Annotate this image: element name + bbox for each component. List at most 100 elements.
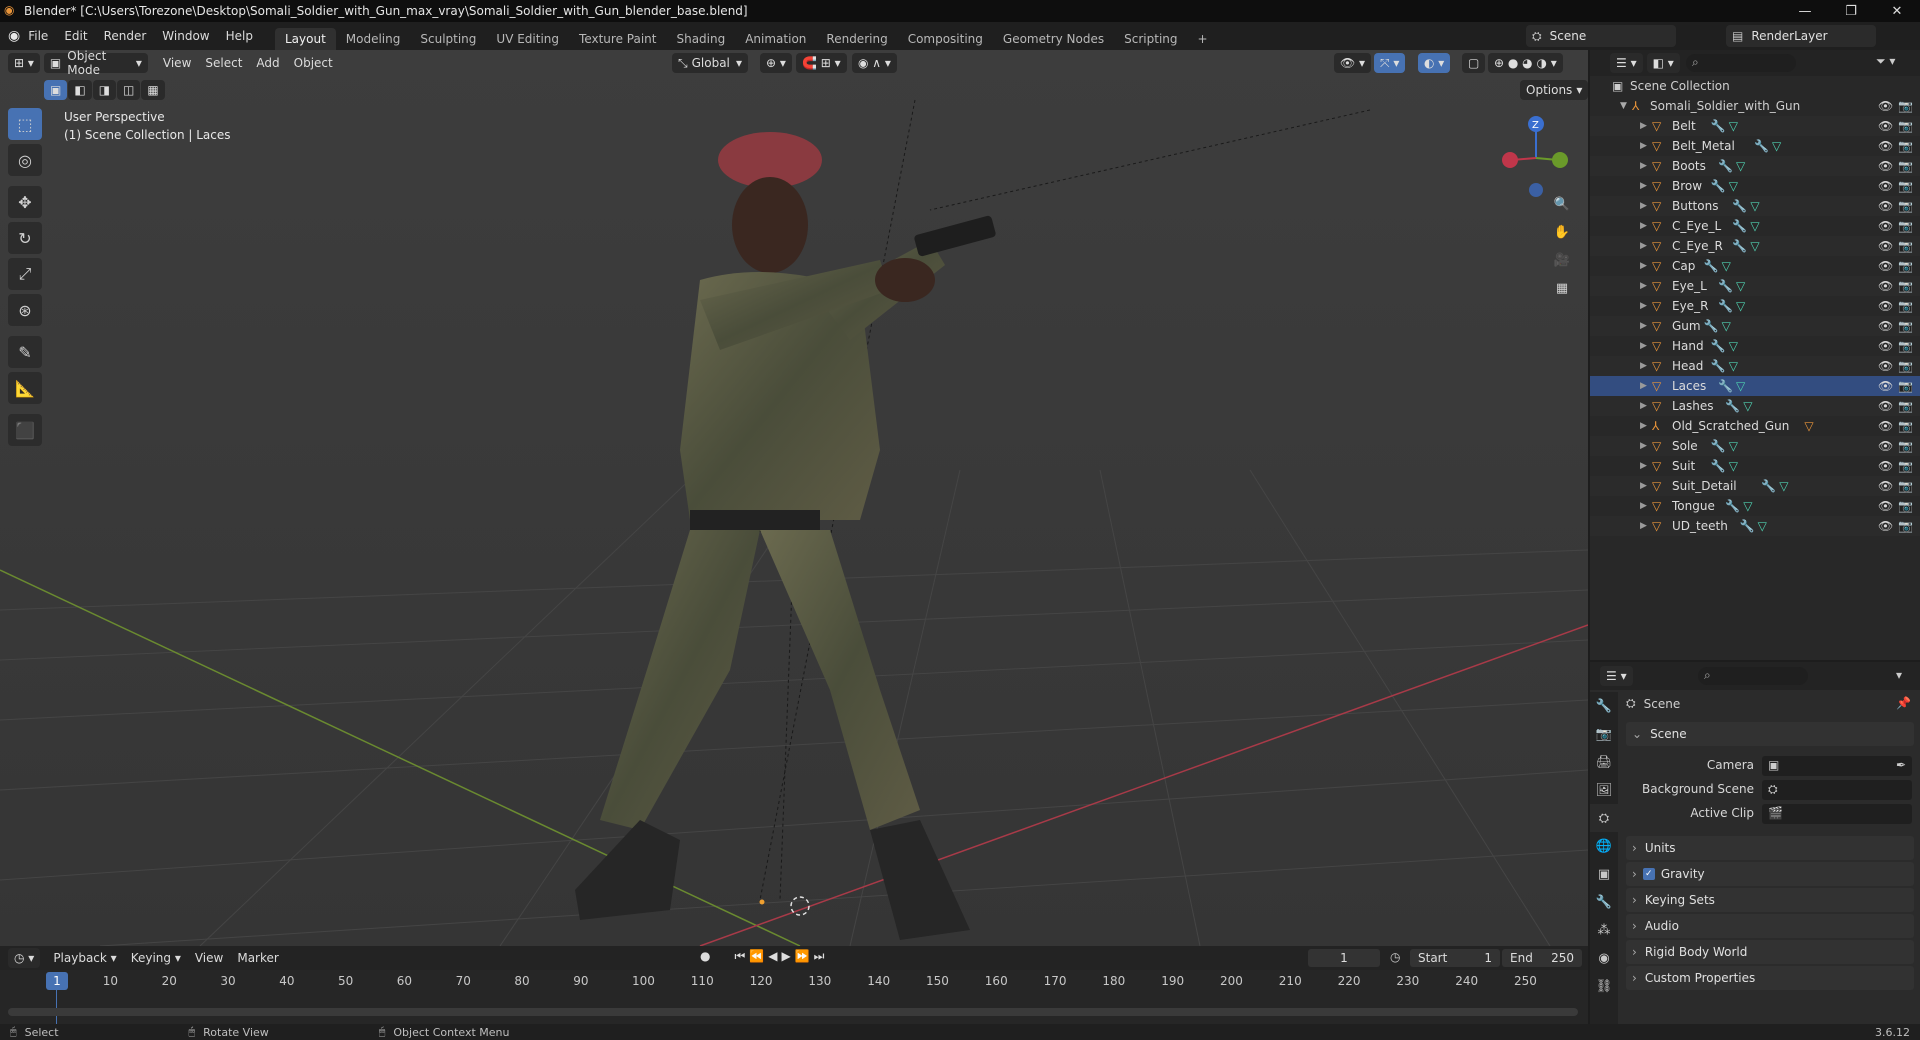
camera-icon[interactable]: 📷 — [1898, 199, 1913, 213]
vp-menu-object[interactable]: Object — [287, 56, 340, 70]
modifier-icon[interactable]: 🔧 — [1718, 159, 1733, 173]
modifier-icon[interactable]: 🔧 — [1718, 279, 1733, 293]
render-tab-icon[interactable]: 📷 — [1590, 720, 1618, 748]
camera-icon[interactable]: 📷 — [1898, 179, 1913, 193]
mesh-data-icon[interactable]: ▽ — [1729, 439, 1738, 453]
tab-texture-paint[interactable]: Texture Paint — [569, 28, 666, 50]
camera-icon[interactable]: 📷 — [1898, 299, 1913, 313]
mesh-data-icon[interactable]: ▽ — [1772, 139, 1781, 153]
eye-icon[interactable]: 👁 — [1878, 499, 1893, 513]
camera-icon[interactable]: 📷 — [1898, 359, 1913, 373]
grid-view-icon[interactable]: ▦ — [1550, 276, 1574, 300]
options-button[interactable]: Options ▾ — [1520, 80, 1588, 100]
outliner-item[interactable]: ▶ ▽ Tongue 🔧 ▽ 👁 📷 — [1590, 496, 1920, 516]
mesh-data-icon[interactable]: ▽ — [1722, 259, 1731, 273]
camera-icon[interactable]: 📷 — [1898, 319, 1913, 333]
properties-editor[interactable]: ☰ ▾ ⌕ ▾ 🔧 📷 🖨 🖼 ⛭ 🌐 ▣ 🔧 ⁂ ◉ ⛓ ⛭ Scene 📌 … — [1590, 662, 1920, 1024]
eye-icon[interactable]: 👁 — [1878, 299, 1893, 313]
outliner-item[interactable]: ▶ ▽ Buttons 🔧 ▽ 👁 📷 — [1590, 196, 1920, 216]
tab-rendering[interactable]: Rendering — [816, 28, 897, 50]
proportional-edit-button[interactable]: ◉ ∧ ▾ — [852, 53, 897, 73]
camera-icon[interactable]: 📷 — [1898, 479, 1913, 493]
expand-triangle-icon[interactable]: ▶ — [1640, 461, 1647, 471]
camera-field[interactable]: ▣ ✒ — [1762, 756, 1912, 776]
modifier-icon[interactable]: 🔧 — [1718, 379, 1733, 393]
expand-triangle-icon[interactable]: ▶ — [1640, 341, 1647, 351]
expand-triangle-icon[interactable]: ▶ — [1640, 361, 1647, 371]
play-icon[interactable]: ▶ — [781, 949, 790, 964]
modifier-icon[interactable]: 🔧 — [1732, 239, 1747, 253]
camera-icon[interactable]: 📷 — [1898, 399, 1913, 413]
pivot-point-button[interactable]: ⊕ ▾ — [760, 53, 792, 73]
menu-help[interactable]: Help — [218, 22, 261, 50]
prev-keyframe-icon[interactable]: ⏪ — [749, 949, 764, 964]
modifier-icon[interactable]: 🔧 — [1711, 339, 1726, 353]
constraints-tab-icon[interactable]: ⛓ — [1590, 972, 1618, 1000]
view-layer-selector[interactable]: ▤ RenderLayer — [1726, 25, 1876, 47]
timeline-menu-view[interactable]: View — [188, 951, 230, 965]
timeline-ruler[interactable]: 1 10 20 30 40 50 60 70 80 90 100 110 120 130 140 150 16… — [0, 970, 1588, 1024]
menu-window[interactable]: Window — [154, 22, 217, 50]
gravity-checkbox[interactable]: ✓ — [1642, 868, 1655, 880]
expand-triangle-icon[interactable]: ▶ — [1640, 181, 1647, 191]
tab-sculpting[interactable]: Sculpting — [410, 28, 486, 50]
playhead[interactable]: 1 — [46, 972, 68, 990]
mesh-data-icon[interactable]: ▽ — [1729, 119, 1738, 133]
gravity-panel[interactable]: › ✓ Gravity — [1626, 862, 1914, 886]
camera-view-icon[interactable]: 🎥 — [1550, 248, 1574, 272]
timeline-scrollbar[interactable] — [8, 1008, 1578, 1016]
shading-buttons[interactable]: ⊕ ● ◕ ◑ ▾ — [1488, 53, 1563, 73]
scale-tool-icon[interactable]: ⤢ — [8, 258, 42, 290]
annotate-tool-icon[interactable]: ✎ — [8, 336, 42, 368]
camera-icon[interactable]: 📷 — [1898, 219, 1913, 233]
custom-properties-panel[interactable]: › Custom Properties — [1626, 966, 1914, 990]
scene-selector[interactable]: ⛭ Scene — [1526, 25, 1676, 47]
camera-icon[interactable]: 📷 — [1898, 159, 1913, 173]
rotate-tool-icon[interactable]: ↻ — [8, 222, 42, 254]
tab-geometry-nodes[interactable]: Geometry Nodes — [993, 28, 1114, 50]
eye-icon[interactable]: 👁 — [1878, 279, 1893, 293]
modifier-icon[interactable]: 🔧 — [1704, 319, 1719, 333]
editor-type-button[interactable]: ⊞ ▾ — [8, 53, 40, 73]
eye-icon[interactable]: 👁 — [1878, 339, 1893, 353]
display-mode-button[interactable]: ◧ ▾ — [1646, 53, 1680, 73]
properties-search-input[interactable]: ⌕ — [1698, 667, 1808, 685]
scene-section-header[interactable]: ⌄ Scene — [1626, 722, 1914, 746]
outliner-item[interactable]: ▶ ▽ Hand 🔧 ▽ 👁 📷 — [1590, 336, 1920, 356]
outliner-item[interactable]: ▶ ▽ UD_teeth 🔧 ▽ 👁 📷 — [1590, 516, 1920, 536]
camera-icon[interactable]: 📷 — [1898, 339, 1913, 353]
outliner-item[interactable]: ▶ ▽ Laces 🔧 ▽ 👁 📷 — [1590, 376, 1920, 396]
outliner-item[interactable]: ▶ ▽ Cap 🔧 ▽ 👁 📷 — [1590, 256, 1920, 276]
camera-icon[interactable]: 📷 — [1898, 459, 1913, 473]
3d-viewport[interactable]: ⊞ ▾ ▣ Object Mode ▾ View Select Add Obje… — [0, 50, 1588, 946]
eye-icon[interactable]: 👁 — [1878, 519, 1893, 533]
mesh-data-icon[interactable]: ▽ — [1736, 279, 1745, 293]
background-scene-field[interactable]: ⛭ — [1762, 780, 1912, 800]
eye-icon[interactable]: 👁 — [1878, 379, 1893, 393]
mesh-data-icon[interactable]: ▽ — [1729, 339, 1738, 353]
vp-menu-view[interactable]: View — [156, 56, 198, 70]
select-box-tool-icon[interactable]: ⬚ — [8, 108, 42, 140]
physics-tab-icon[interactable]: ◉ — [1590, 944, 1618, 972]
modifier-icon[interactable]: 🔧 — [1732, 199, 1747, 213]
expand-triangle-icon[interactable]: ▶ — [1640, 261, 1647, 271]
overlays-button[interactable]: ◐ ▾ — [1418, 53, 1451, 73]
mesh-data-icon[interactable]: ▽ — [1736, 159, 1745, 173]
camera-icon[interactable]: 📷 — [1898, 499, 1913, 513]
object-tab-icon[interactable]: ▣ — [1590, 860, 1618, 888]
mesh-data-icon[interactable]: ▽ — [1779, 479, 1788, 493]
outliner-item[interactable]: ▶ ▽ Belt_Metal 🔧 ▽ 👁 📷 — [1590, 136, 1920, 156]
eye-icon[interactable]: 👁 — [1878, 139, 1893, 153]
outliner-item[interactable]: ▶ ▽ Suit 🔧 ▽ 👁 📷 — [1590, 456, 1920, 476]
move-tool-icon[interactable]: ✥ — [8, 186, 42, 218]
mesh-data-icon[interactable]: ▽ — [1750, 199, 1759, 213]
eye-icon[interactable]: 👁 — [1878, 319, 1893, 333]
properties-editor-type-button[interactable]: ☰ ▾ — [1600, 666, 1633, 686]
modifier-icon[interactable]: 🔧 — [1732, 219, 1747, 233]
modifier-icon[interactable]: 🔧 — [1740, 519, 1755, 533]
tab-modeling[interactable]: Modeling — [336, 28, 411, 50]
visibility-button[interactable]: 👁 ▾ — [1334, 53, 1372, 73]
camera-icon[interactable]: 📷 — [1898, 419, 1913, 433]
camera-icon[interactable]: 📷 — [1898, 99, 1913, 113]
outliner-item[interactable]: ▶ ▽ C_Eye_L 🔧 ▽ 👁 📷 — [1590, 216, 1920, 236]
